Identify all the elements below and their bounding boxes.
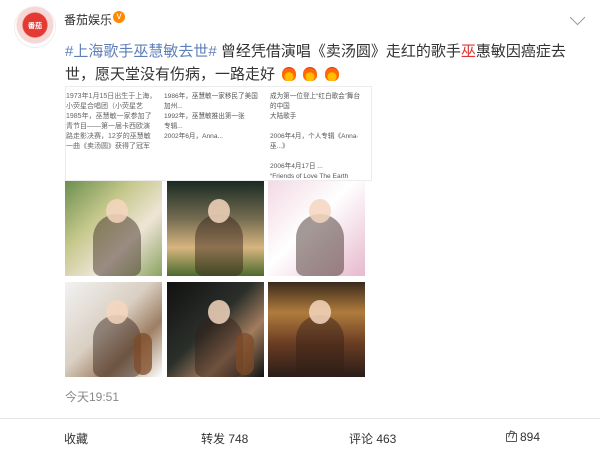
- photo-person: [296, 315, 344, 377]
- fire-icon-3: [325, 67, 339, 81]
- hashtag-link[interactable]: #上海歌手巫慧敏去世#: [65, 43, 217, 60]
- outdoor-photo[interactable]: [167, 181, 264, 276]
- concert-photo[interactable]: [268, 282, 365, 377]
- photo-person: [296, 214, 344, 276]
- photo-grid: [65, 181, 370, 377]
- stage-photo[interactable]: [167, 282, 264, 377]
- photo-face: [208, 199, 230, 223]
- portrait-photo[interactable]: [65, 181, 162, 276]
- photo-face: [208, 300, 230, 324]
- thumbs-up-icon: [505, 431, 517, 442]
- photo-face: [309, 300, 331, 324]
- avatar[interactable]: 番茄: [14, 6, 56, 48]
- photo-face: [309, 199, 331, 223]
- post-text-highlight: 巫: [460, 43, 476, 60]
- comment-button[interactable]: 评论 463: [349, 430, 396, 447]
- document-column-1: 1973年1月15日出生于上海， 小荧星合唱团（小荧星艺 1985年，巫慧敏一家…: [66, 93, 157, 150]
- photo-face: [106, 199, 128, 223]
- collect-button[interactable]: 收藏: [64, 430, 88, 447]
- repost-button[interactable]: 转发 748: [201, 430, 248, 447]
- document-column-2: 1986年，巫慧敏一家移民了美国 加州... 1992年，巫慧敏推出第一张 专辑…: [164, 93, 258, 140]
- post-text-before: 曾经凭借演唱《卖汤圆》走红的歌手: [216, 43, 461, 60]
- chevron-down-icon[interactable]: [569, 9, 586, 26]
- pink-photo[interactable]: [268, 181, 365, 276]
- post-header: 番茄 番茄娱乐 v: [0, 0, 600, 48]
- document-column-3: 成为第一位登上“红白歌会”舞台的中国 大陆歌手 2006年4月，个人专辑《Ann…: [270, 93, 361, 190]
- post-actions: 收藏 转发 748 评论 463 894: [0, 418, 600, 457]
- weibo-post-card: 番茄 番茄娱乐 v #上海歌手巫慧敏去世# 曾经凭借演唱《卖汤圆》走红的歌手巫惠…: [0, 0, 600, 457]
- guitar-shape: [236, 333, 254, 375]
- photo-person: [195, 214, 243, 276]
- verified-icon: v: [113, 11, 125, 23]
- guitar-photo[interactable]: [65, 282, 162, 377]
- guitar-shape: [134, 333, 152, 375]
- post-timestamp: 今天19:51: [65, 390, 120, 404]
- avatar-text: 番茄: [28, 23, 42, 30]
- photo-person: [93, 214, 141, 276]
- fire-icon-1: [282, 67, 296, 81]
- photo-face: [106, 300, 128, 324]
- username[interactable]: 番茄娱乐: [64, 11, 112, 28]
- post-text: #上海歌手巫慧敏去世# 曾经凭借演唱《卖汤圆》走红的歌手巫惠敏因癌症去世，愿天堂…: [65, 40, 570, 86]
- fire-icon-2: [303, 67, 317, 81]
- embedded-document: 1973年1月15日出生于上海， 小荧星合唱团（小荧星艺 1985年，巫慧敏一家…: [65, 86, 372, 190]
- like-button[interactable]: 894: [505, 430, 540, 444]
- like-count: 894: [520, 430, 541, 444]
